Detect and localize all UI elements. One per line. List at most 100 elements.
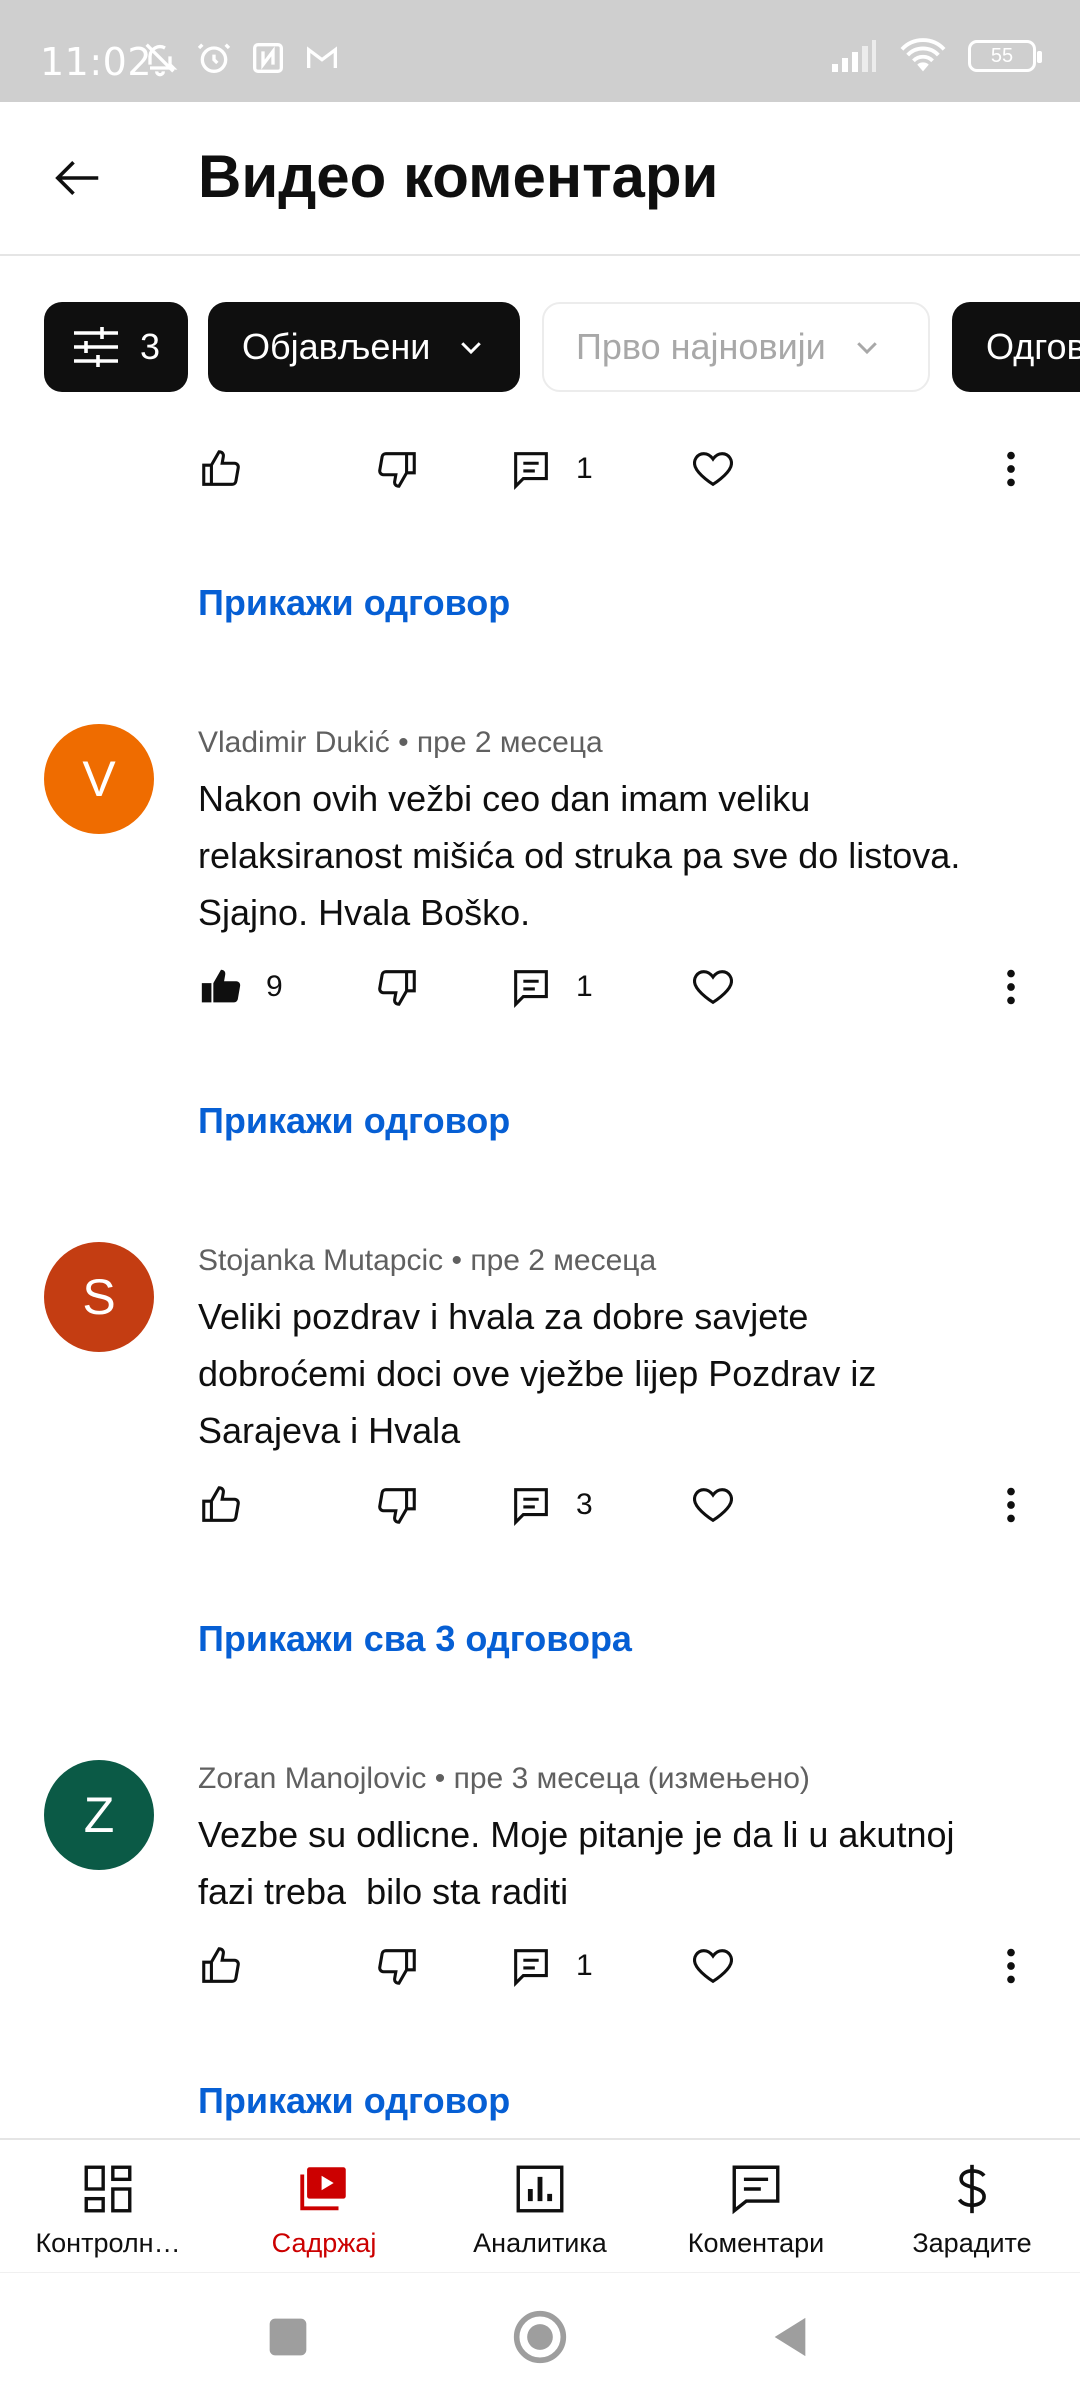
back-system-button[interactable] xyxy=(762,2309,818,2365)
sliders-icon xyxy=(74,327,118,367)
heart-icon xyxy=(693,1488,733,1523)
filter-settings-chip[interactable]: 3 xyxy=(44,302,188,392)
signal-icon xyxy=(832,40,876,72)
comment-text: Nakon ovih vežbi ceo dan imam veliku rel… xyxy=(198,778,961,933)
content-icon xyxy=(300,2167,346,2211)
more-options-button[interactable] xyxy=(988,1482,1034,1528)
system-navigation-bar xyxy=(0,2272,1080,2400)
heart-button[interactable] xyxy=(690,446,736,492)
battery-indicator: 55 xyxy=(968,40,1042,72)
nav-dashboard[interactable]: Контролн… xyxy=(0,2140,216,2272)
reply-count: 3 xyxy=(576,1488,593,1521)
comment-time: пре 2 месеца xyxy=(470,1244,657,1277)
comment-author[interactable]: Vladimir Dukić xyxy=(198,726,390,759)
dislike-button[interactable] xyxy=(374,1943,420,1989)
more-vertical-icon xyxy=(1007,1948,1015,1984)
comment-text: Vezbe su odlicne. Moje pitanje je da li … xyxy=(198,1814,965,1912)
comment-time: пре 2 месеца xyxy=(416,726,603,759)
avatar-initial: S xyxy=(82,1269,116,1325)
nav-earn[interactable]: Зарадите xyxy=(864,2140,1080,2272)
heart-icon xyxy=(693,1949,733,1984)
nav-content[interactable]: Садржај xyxy=(216,2140,432,2272)
back-triangle-icon xyxy=(774,2317,806,2357)
thumbs-down-icon xyxy=(378,1949,416,1985)
reply-button[interactable]: 1 xyxy=(508,964,593,1010)
more-options-button[interactable] xyxy=(988,446,1034,492)
dislike-button[interactable] xyxy=(374,1482,420,1528)
more-options-button[interactable] xyxy=(988,964,1034,1010)
comment-actions: 1 xyxy=(0,446,1080,516)
show-replies-link[interactable]: Прикажи сва 3 одговора xyxy=(198,1618,632,1660)
status-system-icons: 55 xyxy=(830,38,1042,74)
bell-off-icon xyxy=(145,43,178,77)
published-filter-chip[interactable]: Објављени xyxy=(208,302,520,392)
nav-label: Аналитика xyxy=(473,2228,607,2258)
nav-comments[interactable]: Коментари xyxy=(648,2140,864,2272)
show-replies-link[interactable]: Прикажи одговор xyxy=(198,582,510,624)
dislike-button[interactable] xyxy=(374,964,420,1010)
heart-button[interactable] xyxy=(690,1482,736,1528)
alarm-icon xyxy=(197,43,231,73)
meta-separator: • xyxy=(398,726,417,759)
comment-icon xyxy=(514,452,548,490)
like-count: 9 xyxy=(266,970,283,1003)
dislike-button[interactable] xyxy=(374,446,420,492)
home-button[interactable] xyxy=(512,2309,568,2365)
thumbs-up-filled-icon xyxy=(201,969,241,1003)
comment-meta: Stojanka Mutapcic • пре 2 месеца xyxy=(198,1244,656,1278)
thumbs-up-icon xyxy=(202,450,240,486)
reply-button[interactable]: 1 xyxy=(508,446,593,492)
heart-button[interactable] xyxy=(690,1943,736,1989)
comment-icon xyxy=(514,1488,548,1526)
reply-count: 1 xyxy=(576,970,593,1003)
reply-button[interactable]: 1 xyxy=(508,1943,593,1989)
square-icon xyxy=(269,2318,307,2356)
earn-icon xyxy=(957,2164,986,2214)
comment-actions: 1 xyxy=(0,1943,1080,2013)
comment-icon xyxy=(514,1949,548,1987)
like-button[interactable] xyxy=(198,1482,244,1528)
comment-author[interactable]: Stojanka Mutapcic xyxy=(198,1244,443,1277)
sort-order-chip[interactable]: Прво најновији xyxy=(542,302,930,392)
thumbs-up-icon xyxy=(202,1486,240,1522)
nav-analytics[interactable]: Аналитика xyxy=(432,2140,648,2272)
comments-icon xyxy=(732,2165,780,2215)
like-button[interactable]: 9 xyxy=(198,964,283,1010)
recents-button[interactable] xyxy=(260,2309,316,2365)
reply-filter-chip[interactable]: Одговор xyxy=(952,302,1080,392)
avatar[interactable]: S xyxy=(44,1242,154,1352)
filter-count: 3 xyxy=(140,326,161,367)
app-header: Видео коментари xyxy=(0,102,1080,256)
heart-icon xyxy=(693,452,733,487)
arrow-left-icon xyxy=(55,160,99,196)
more-options-button[interactable] xyxy=(988,1943,1034,1989)
sort-order-label: Прво најновији xyxy=(576,326,826,367)
meta-separator: • xyxy=(451,1244,471,1277)
avatar[interactable]: Z xyxy=(44,1760,154,1870)
chevron-down-icon xyxy=(461,342,482,355)
like-button[interactable] xyxy=(198,446,244,492)
like-button[interactable] xyxy=(198,1943,244,1989)
nav-label: Садржај xyxy=(271,2228,377,2258)
nav-label: Контролн… xyxy=(35,2228,181,2258)
status-time: 11:02 xyxy=(40,40,153,84)
show-replies-link[interactable]: Прикажи одговор xyxy=(198,2080,510,2122)
show-replies-link[interactable]: Прикажи одговор xyxy=(198,1100,510,1142)
comment-actions: 3 xyxy=(0,1482,1080,1552)
nav-label: Коментари xyxy=(687,2228,825,2258)
avatar[interactable]: V xyxy=(44,724,154,834)
comment-meta: Vladimir Dukić • пре 2 месеца xyxy=(198,726,603,760)
back-button[interactable] xyxy=(46,146,110,210)
thumbs-down-icon xyxy=(378,970,416,1006)
comment-author[interactable]: Zoran Manojlovic xyxy=(198,1762,426,1795)
more-vertical-icon xyxy=(1007,451,1015,487)
more-vertical-icon xyxy=(1007,969,1015,1005)
reply-button[interactable]: 3 xyxy=(508,1482,593,1528)
dashboard-icon xyxy=(84,2165,132,2213)
filter-chips: 3 Објављени Прво најновији Одговор xyxy=(0,256,1080,436)
heart-button[interactable] xyxy=(690,964,736,1010)
analytics-icon xyxy=(516,2165,564,2213)
gmail-icon xyxy=(307,46,337,68)
thumbs-down-icon xyxy=(378,452,416,488)
page-title: Видео коментари xyxy=(198,143,719,210)
